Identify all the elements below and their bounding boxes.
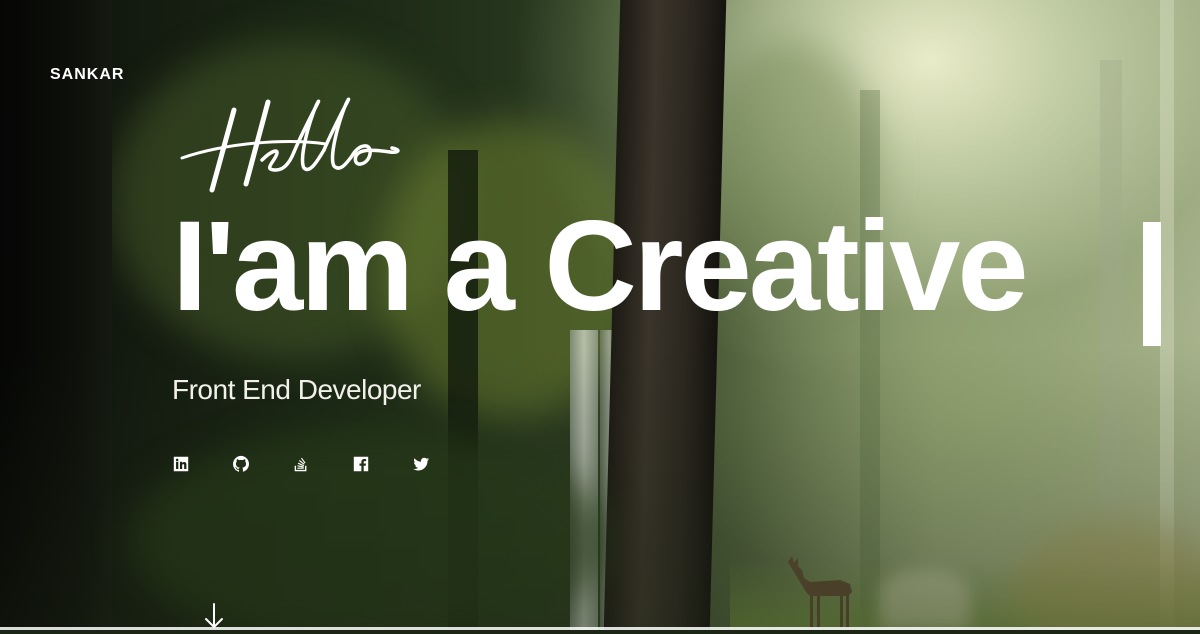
hero-subtitle: Front End Developer bbox=[172, 374, 421, 405]
github-link[interactable] bbox=[231, 454, 251, 474]
linkedin-icon bbox=[173, 456, 189, 472]
github-icon bbox=[233, 455, 249, 472]
twitter-link[interactable] bbox=[411, 454, 431, 474]
arrow-down-icon bbox=[205, 603, 223, 628]
stackoverflow-icon bbox=[294, 457, 307, 472]
linkedin-link[interactable] bbox=[171, 454, 191, 474]
social-links bbox=[171, 454, 431, 474]
stackoverflow-link[interactable] bbox=[291, 454, 311, 474]
facebook-link[interactable] bbox=[351, 454, 371, 474]
facebook-icon bbox=[353, 456, 369, 472]
twitter-icon bbox=[413, 457, 430, 471]
typing-cursor bbox=[1143, 222, 1161, 346]
hello-script-logo bbox=[180, 97, 400, 193]
hero-headline: I'am a Creative bbox=[172, 195, 1028, 338]
brand-logo[interactable]: SANKAR bbox=[50, 66, 124, 84]
scroll-down-button[interactable] bbox=[203, 603, 225, 629]
